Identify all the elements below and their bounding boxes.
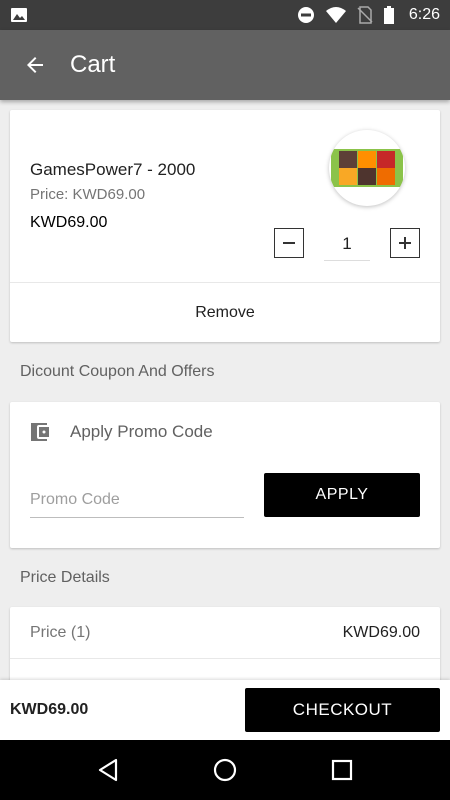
price-row-label: Price (1) bbox=[30, 623, 91, 641]
coupon-section-label: Dicount Coupon And Offers bbox=[20, 363, 215, 380]
promo-header: Apply Promo Code bbox=[28, 420, 213, 444]
price-row-value: KWD69.00 bbox=[342, 623, 420, 641]
nav-back-button[interactable] bbox=[83, 745, 133, 795]
game-cover-icon bbox=[339, 151, 395, 185]
plus-icon bbox=[399, 237, 411, 249]
checkout-button[interactable]: CHECKOUT bbox=[245, 688, 440, 732]
battery-icon bbox=[383, 6, 394, 24]
page-title: Cart bbox=[70, 51, 116, 78]
increase-quantity-button[interactable] bbox=[390, 228, 420, 258]
remove-button[interactable]: Remove bbox=[10, 282, 440, 342]
status-time: 6:26 bbox=[408, 6, 440, 23]
decrease-quantity-button[interactable] bbox=[274, 228, 304, 258]
nav-home-button[interactable] bbox=[200, 745, 250, 795]
app-bar: Cart bbox=[0, 30, 450, 100]
quantity-stepper: 1 bbox=[274, 225, 420, 261]
square-recents-icon bbox=[331, 759, 352, 781]
product-image bbox=[331, 149, 403, 187]
back-button[interactable] bbox=[0, 30, 70, 100]
triangle-back-icon bbox=[99, 758, 118, 782]
item-price: Price: KWD69.00 bbox=[30, 186, 146, 203]
minus-icon bbox=[283, 242, 295, 244]
nav-recents-button[interactable] bbox=[317, 745, 367, 795]
cart-content[interactable]: GamesPower7 - 2000 Price: KWD69.00 KWD69… bbox=[0, 100, 450, 680]
status-bar: 6:26 bbox=[0, 0, 450, 30]
promo-code-input[interactable] bbox=[30, 482, 244, 518]
circle-home-icon bbox=[213, 758, 237, 782]
cart-item: GamesPower7 - 2000 Price: KWD69.00 KWD69… bbox=[10, 110, 440, 282]
no-sim-icon bbox=[357, 6, 373, 24]
dnd-icon bbox=[297, 7, 314, 23]
cart-item-card: GamesPower7 - 2000 Price: KWD69.00 KWD69… bbox=[10, 110, 440, 342]
system-nav-bar bbox=[0, 740, 450, 800]
wallet-icon bbox=[31, 423, 49, 441]
wifi-icon bbox=[325, 7, 346, 23]
apply-button[interactable]: APPLY bbox=[264, 473, 420, 517]
item-name: GamesPower7 - 2000 bbox=[30, 160, 196, 179]
bottom-total: KWD69.00 bbox=[10, 701, 89, 718]
arrow-back-icon bbox=[27, 57, 43, 73]
promo-card: Apply Promo Code APPLY bbox=[10, 402, 440, 548]
item-total: KWD69.00 bbox=[30, 214, 108, 231]
checkout-bar: KWD69.00 CHECKOUT bbox=[0, 680, 450, 740]
price-row: Price (1) KWD69.00 bbox=[10, 607, 440, 659]
product-thumbnail[interactable] bbox=[329, 130, 405, 206]
promo-title: Apply Promo Code bbox=[70, 422, 213, 441]
image-icon bbox=[11, 8, 27, 22]
price-details-label: Price Details bbox=[20, 569, 110, 586]
price-details-card: Price (1) KWD69.00 bbox=[10, 607, 440, 680]
quantity-value[interactable]: 1 bbox=[324, 225, 370, 261]
